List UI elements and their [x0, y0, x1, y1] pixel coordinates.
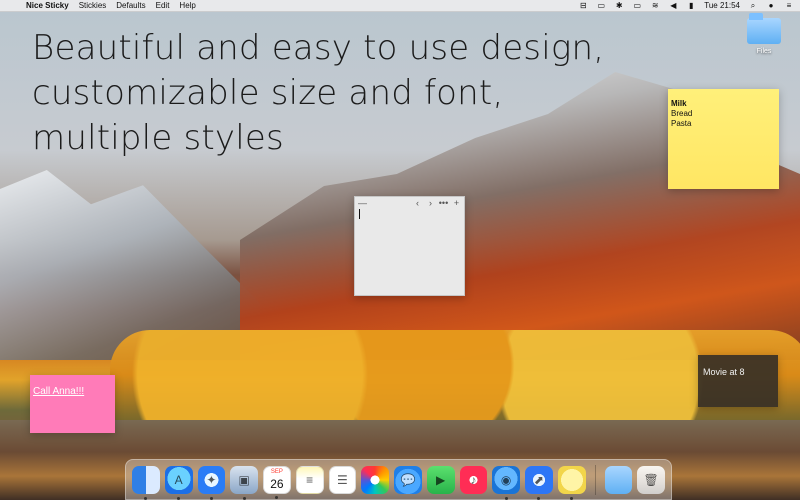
sticky-line: Bread [671, 109, 693, 118]
sticky-gray[interactable]: — ‹ › ••• + [354, 196, 465, 296]
tweetbot-icon[interactable]: ◉ [492, 465, 521, 500]
reminders-glyph: ☰ [337, 472, 348, 487]
tweetbot-glyph: ◉ [500, 472, 512, 487]
menu-bar: Nice Sticky Stickies Defaults Edit Help … [0, 0, 800, 12]
calendar-icon[interactable]: SEP 26 [263, 465, 291, 499]
app-name[interactable]: Nice Sticky [26, 1, 69, 10]
dock: A ✦ ▣ SEP 26 ≡ ☰ 💬 ▶ ♪ ◉ ⬈ 🗑 [125, 459, 672, 500]
finder-tag-icon[interactable]: ⊟ [578, 1, 588, 10]
headline: Beautiful and easy to use design, custom… [32, 26, 672, 161]
text-caret [359, 209, 360, 219]
running-indicator [537, 496, 541, 500]
sticky-pink[interactable]: Call Anna!!! [30, 375, 115, 433]
reminders-icon[interactable]: ☰ [328, 465, 357, 494]
menu-edit[interactable]: Edit [156, 1, 170, 10]
add-button[interactable]: + [452, 198, 461, 208]
autumn-trees [110, 330, 800, 420]
sticky-yellow[interactable]: Milk Bread Pasta [668, 89, 779, 189]
menu-icon[interactable]: ≡ [784, 1, 794, 10]
airplay-icon[interactable]: ▭ [632, 1, 642, 10]
running-indicator [177, 496, 181, 500]
running-indicator [144, 496, 148, 500]
trash-icon[interactable]: 🗑 [637, 465, 666, 494]
menu-defaults[interactable]: Defaults [116, 1, 145, 10]
running-indicator [570, 496, 574, 500]
compass-icon[interactable]: ⬈ [525, 465, 553, 500]
running-indicator [275, 495, 279, 499]
music-icon[interactable]: ♪ [459, 465, 488, 494]
preview-glyph: ▣ [238, 472, 250, 487]
app-store-icon[interactable]: A [164, 465, 193, 500]
sticky-text: Movie at 8 [703, 367, 745, 377]
minimize-button[interactable]: — [358, 198, 367, 208]
menu-help[interactable]: Help [179, 1, 195, 10]
wifi-icon[interactable]: ≋ [650, 1, 660, 10]
sticky-app-icon[interactable] [557, 465, 586, 500]
folder-icon [747, 13, 781, 44]
previous-button[interactable]: ‹ [413, 198, 422, 208]
sticky-text: Call Anna!!! [33, 386, 85, 397]
menu-left: Nice Sticky Stickies Defaults Edit Help [6, 1, 196, 10]
menu-right: ⊟ ▭ ✱ ▭ ≋ ◀ ▮ Tue 21:54 ⌕ ● ≡ [578, 1, 794, 10]
safari-icon[interactable]: ✦ [197, 465, 226, 500]
calendar-day: 26 [270, 476, 284, 491]
next-button[interactable]: › [426, 198, 435, 208]
facetime-icon[interactable]: ▶ [426, 465, 455, 494]
notes-glyph: ≡ [306, 472, 314, 487]
messages-icon[interactable]: 💬 [394, 465, 422, 494]
sticky-toolbar: — ‹ › ••• + [355, 197, 464, 209]
clock[interactable]: Tue 21:54 [704, 1, 740, 10]
facetime-glyph: ▶ [436, 472, 446, 487]
files-folder-icon[interactable] [604, 465, 633, 494]
folder-label: Files [756, 48, 772, 55]
search-icon[interactable]: ⌕ [748, 1, 758, 10]
running-indicator [242, 496, 246, 500]
volume-icon[interactable]: ◀ [668, 1, 678, 10]
clipboard-icon[interactable]: ▭ [596, 1, 606, 10]
sticky-dark[interactable]: Movie at 8 [698, 355, 778, 407]
trash-glyph: 🗑 [643, 472, 659, 487]
preview-icon[interactable]: ▣ [230, 465, 258, 500]
compass-glyph: ⬈ [533, 472, 544, 487]
headline-line: Beautiful and easy to use design, [32, 28, 605, 68]
bluetooth-icon[interactable]: ✱ [614, 1, 624, 10]
desktop-folder[interactable]: Files [744, 13, 784, 68]
calendar-month: SEP [270, 468, 283, 475]
finder-icon[interactable] [132, 465, 160, 500]
photos-icon[interactable] [361, 465, 390, 494]
running-indicator [209, 496, 213, 500]
headline-line: multiple styles [32, 118, 284, 158]
sticky-title: Milk [671, 99, 687, 108]
user-icon[interactable]: ● [766, 1, 776, 10]
music-glyph: ♪ [470, 472, 477, 487]
running-indicator [504, 496, 508, 500]
messages-glyph: 💬 [400, 472, 416, 487]
sticky-line: Pasta [671, 119, 692, 128]
menu-stickies[interactable]: Stickies [79, 1, 107, 10]
app-store-glyph: A [174, 472, 183, 487]
more-button[interactable]: ••• [439, 198, 448, 208]
notes-icon[interactable]: ≡ [295, 465, 324, 494]
battery-icon[interactable]: ▮ [686, 1, 696, 10]
headline-line: customizable size and font, [32, 73, 504, 113]
safari-glyph: ✦ [206, 472, 217, 487]
dock-separator [594, 464, 596, 495]
